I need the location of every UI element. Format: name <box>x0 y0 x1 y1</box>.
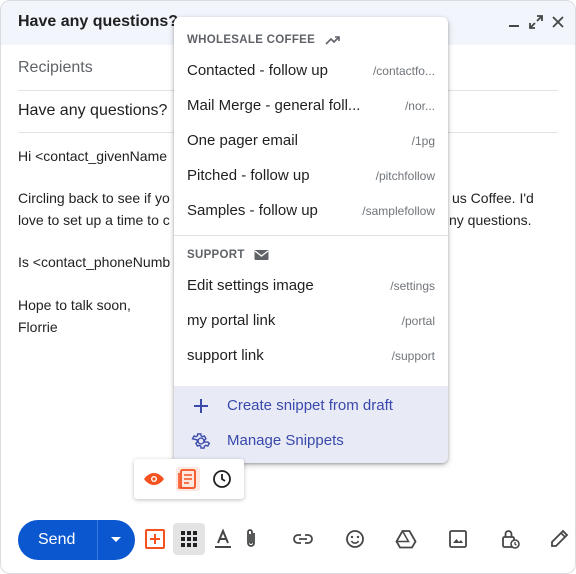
create-snippet-button[interactable]: Create snippet from draft <box>174 389 448 423</box>
section-header-support: SUPPORT <box>187 249 269 261</box>
clock-icon[interactable] <box>210 467 234 491</box>
trending-icon <box>325 36 340 45</box>
link-icon[interactable] <box>291 527 315 551</box>
snippet-item[interactable]: support link /support <box>174 339 448 374</box>
emoji-icon[interactable] <box>343 527 367 551</box>
snippet-item[interactable]: my portal link /portal <box>174 304 448 339</box>
send-button[interactable]: Send <box>18 520 135 560</box>
mail-icon <box>254 250 269 260</box>
snippet-item[interactable]: Contacted - follow up /contactfo... <box>174 54 448 89</box>
recipients-field[interactable]: Recipients <box>18 59 93 77</box>
snippet-menu: WHOLESALE COFFEE Contacted - follow up /… <box>174 17 448 463</box>
body-line: Circling back to see if yo <box>18 190 170 206</box>
snippet-menu-footer: Create snippet from draft Manage Snippet… <box>174 386 448 463</box>
eye-icon[interactable] <box>142 467 166 491</box>
compose-title: Have any questions? <box>18 13 179 30</box>
snippet-item[interactable]: Pitched - follow up /pitchfollow <box>174 159 448 194</box>
confidential-mode-icon[interactable] <box>498 527 522 551</box>
body-line: Florrie <box>18 319 58 335</box>
snippet-item[interactable]: Edit settings image /settings <box>174 269 448 304</box>
snippet-item[interactable]: One pager email /1pg <box>174 124 448 159</box>
body-line: Hi <contact_givenName <box>18 148 168 164</box>
section-header-wholesale: WHOLESALE COFFEE <box>187 34 341 46</box>
body-line: Is <contact_phoneNumb <box>18 254 171 270</box>
body-line: us Coffee. I'd <box>452 190 534 206</box>
expand-icon[interactable] <box>527 13 545 31</box>
send-options-icon[interactable] <box>111 537 121 542</box>
send-divider <box>97 520 98 560</box>
attachment-icon[interactable] <box>239 527 263 551</box>
body-line: love to set up a time to c <box>18 212 170 228</box>
gear-icon <box>191 433 211 449</box>
extension-box-icon[interactable] <box>143 527 167 551</box>
snippet-item[interactable]: Mail Merge - general foll... /nor... <box>174 89 448 124</box>
manage-snippets-button[interactable]: Manage Snippets <box>174 424 448 458</box>
drive-icon[interactable] <box>394 527 418 551</box>
close-icon[interactable] <box>549 13 567 31</box>
minimize-icon[interactable] <box>505 13 523 31</box>
snippets-icon[interactable] <box>176 467 200 491</box>
snippet-item[interactable]: Samples - follow up /samplefollow <box>174 194 448 229</box>
extension-mini-toolbar <box>134 459 244 499</box>
insert-photo-icon[interactable] <box>446 527 470 551</box>
body-line: Hope to talk soon, <box>18 297 131 313</box>
compose-window: Have any questions? Recipients Have any … <box>0 0 576 574</box>
plus-icon <box>194 399 208 413</box>
signature-pen-icon[interactable] <box>547 527 571 551</box>
subject-field[interactable]: Have any questions? <box>18 102 167 120</box>
menu-divider <box>174 235 448 236</box>
text-format-icon[interactable] <box>211 527 235 551</box>
body-line: ny questions. <box>449 212 532 228</box>
apps-grid-icon[interactable] <box>173 523 205 555</box>
